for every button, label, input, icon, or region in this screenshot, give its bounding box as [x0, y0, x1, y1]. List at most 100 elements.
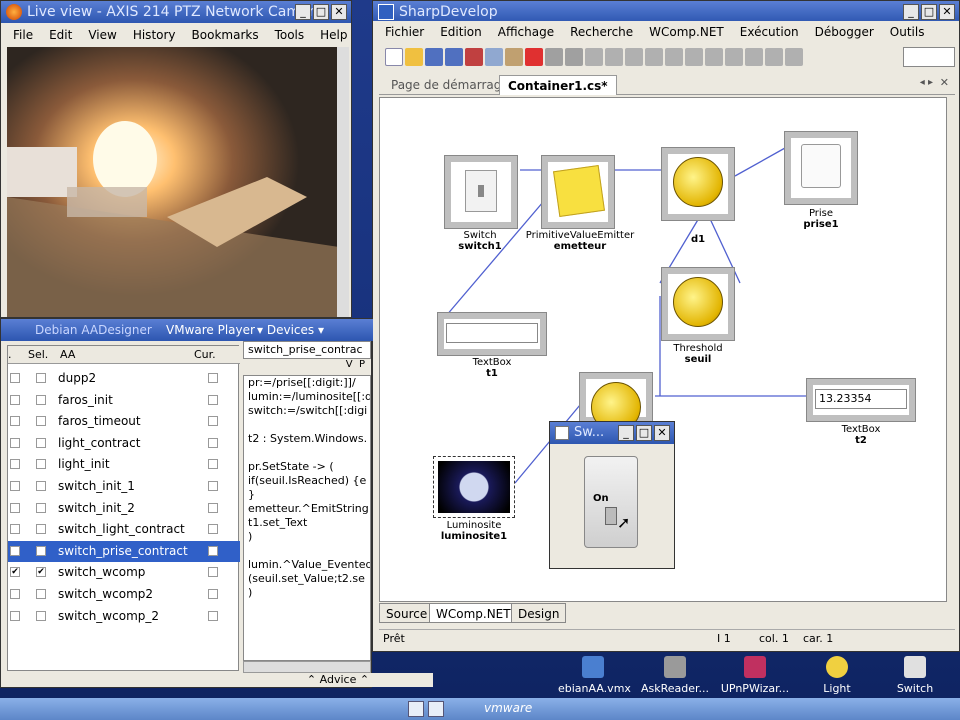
- first-checkbox[interactable]: ✔: [10, 545, 20, 556]
- run-icon[interactable]: [725, 48, 743, 66]
- toolbar-search-box[interactable]: [903, 47, 955, 67]
- first-checkbox[interactable]: [10, 416, 20, 427]
- list-item[interactable]: ✔ ✔ switch_wcomp: [8, 562, 240, 583]
- list-item[interactable]: switch_wcomp2: [8, 584, 240, 605]
- tab-wcomp[interactable]: WComp.NET: [429, 603, 518, 623]
- list-item[interactable]: faros_init: [8, 390, 240, 411]
- cur-checkbox[interactable]: [208, 610, 218, 621]
- list-item[interactable]: switch_light_contract: [8, 519, 240, 540]
- component-textbox-t2[interactable]: 13.23354: [806, 378, 916, 422]
- save-all-icon[interactable]: [445, 48, 463, 66]
- find-icon[interactable]: [585, 48, 603, 66]
- list-item[interactable]: light_contract: [8, 433, 240, 454]
- firefox-scrollbar[interactable]: [337, 47, 349, 317]
- list-item[interactable]: switch_init_2: [8, 498, 240, 519]
- save-icon[interactable]: [425, 48, 443, 66]
- pause-icon[interactable]: [765, 48, 783, 66]
- aa-titlebar[interactable]: Debian AADesigner VMware Player ▾ Device…: [1, 319, 373, 341]
- first-checkbox[interactable]: [10, 610, 20, 621]
- cur-checkbox[interactable]: [208, 394, 218, 405]
- toggle-lever[interactable]: [605, 507, 617, 525]
- sel-checkbox[interactable]: [36, 416, 46, 427]
- first-checkbox[interactable]: [10, 437, 20, 448]
- menu-affichage[interactable]: Affichage: [492, 21, 560, 43]
- sel-checkbox[interactable]: [36, 459, 46, 470]
- cur-checkbox[interactable]: [208, 481, 218, 491]
- list-item[interactable]: ✔ switch_prise_contract ✔: [8, 540, 240, 562]
- menu-outils[interactable]: Outils: [884, 21, 931, 43]
- maximize-icon[interactable]: □: [636, 425, 652, 441]
- sel-checkbox[interactable]: [36, 589, 46, 599]
- bookmark-icon[interactable]: [625, 48, 643, 66]
- component-d1[interactable]: [661, 147, 735, 221]
- cur-checkbox[interactable]: [208, 524, 218, 535]
- list-item[interactable]: faros_timeout: [8, 411, 240, 432]
- first-checkbox[interactable]: [10, 524, 20, 535]
- aa-hscroll[interactable]: [243, 661, 371, 673]
- first-checkbox[interactable]: [10, 481, 20, 491]
- desktop-icon-switch[interactable]: Switch: [880, 656, 950, 695]
- build-icon[interactable]: [705, 48, 723, 66]
- minimize-icon[interactable]: _: [295, 4, 311, 20]
- tab-design[interactable]: Design: [511, 603, 567, 623]
- cur-checkbox[interactable]: [208, 589, 218, 599]
- menu-history[interactable]: History: [127, 25, 182, 45]
- close-icon[interactable]: ✕: [331, 4, 347, 20]
- cur-checkbox[interactable]: ✔: [208, 545, 218, 556]
- menu-execution[interactable]: Exécution: [734, 21, 805, 43]
- tab-start-page[interactable]: Page de démarrage: [383, 75, 517, 95]
- first-checkbox[interactable]: [10, 459, 20, 470]
- menu-edition[interactable]: Edition: [434, 21, 488, 43]
- tab-source[interactable]: Source: [379, 603, 435, 623]
- desktop-icon-upnpwizard[interactable]: UPnPWizar...: [720, 656, 790, 695]
- component-emitter[interactable]: [541, 155, 615, 229]
- list-item[interactable]: light_init: [8, 454, 240, 475]
- menu-debogger[interactable]: Débogger: [809, 21, 880, 43]
- undo-icon[interactable]: [545, 48, 563, 66]
- light-switch-plate[interactable]: On ➚: [584, 456, 638, 548]
- first-checkbox[interactable]: [10, 373, 20, 383]
- minimize-icon[interactable]: _: [903, 4, 919, 20]
- textbox-t1-field[interactable]: [446, 323, 538, 343]
- menu-wcomp[interactable]: WComp.NET: [643, 21, 730, 43]
- replace-icon[interactable]: [605, 48, 623, 66]
- redo-icon[interactable]: [565, 48, 583, 66]
- firefox-titlebar[interactable]: Live view - AXIS 214 PTZ Network Camera …: [1, 1, 351, 23]
- comment-icon[interactable]: [685, 48, 703, 66]
- new-icon[interactable]: [385, 48, 403, 66]
- close-icon[interactable]: ✕: [654, 425, 670, 441]
- component-textbox-t1[interactable]: [437, 312, 547, 356]
- stop-icon[interactable]: [745, 48, 763, 66]
- menu-fichier[interactable]: Fichier: [379, 21, 430, 43]
- tab-container1[interactable]: Container1.cs*: [499, 75, 617, 95]
- component-switch[interactable]: [444, 155, 518, 229]
- menu-tools[interactable]: Tools: [269, 25, 311, 45]
- sel-checkbox[interactable]: [36, 437, 46, 448]
- tab-scroll-icon[interactable]: ◂ ▸: [920, 77, 933, 88]
- step-icon[interactable]: [785, 48, 803, 66]
- close-icon[interactable]: ✕: [939, 4, 955, 20]
- vmware-tray-icon-2[interactable]: [428, 701, 444, 717]
- menu-file[interactable]: File: [7, 25, 39, 45]
- menu-help[interactable]: Help: [314, 25, 353, 45]
- textbox-t2-field[interactable]: 13.23354: [815, 389, 907, 409]
- component-prise[interactable]: [784, 131, 858, 205]
- outdent-icon[interactable]: [665, 48, 683, 66]
- sel-checkbox[interactable]: [36, 545, 46, 556]
- cur-checkbox[interactable]: [208, 373, 218, 383]
- menu-bookmarks[interactable]: Bookmarks: [186, 25, 265, 45]
- col-cur[interactable]: Cur.: [194, 346, 216, 364]
- menu-recherche[interactable]: Recherche: [564, 21, 639, 43]
- vmware-tray-icon[interactable]: [408, 701, 424, 717]
- col-sel[interactable]: Sel.: [28, 346, 48, 364]
- desktop-icon-askreader[interactable]: AskReader...: [640, 656, 710, 695]
- list-item[interactable]: switch_wcomp_2: [8, 606, 240, 627]
- paste-icon[interactable]: [505, 48, 523, 66]
- cur-checkbox[interactable]: [208, 502, 218, 513]
- list-item[interactable]: dupp2: [8, 368, 240, 389]
- first-checkbox[interactable]: [10, 502, 20, 513]
- cur-checkbox[interactable]: [208, 416, 218, 427]
- tab-close-icon[interactable]: ✕: [940, 76, 949, 89]
- open-icon[interactable]: [405, 48, 423, 66]
- vmware-player-menu[interactable]: VMware Player: [166, 319, 255, 341]
